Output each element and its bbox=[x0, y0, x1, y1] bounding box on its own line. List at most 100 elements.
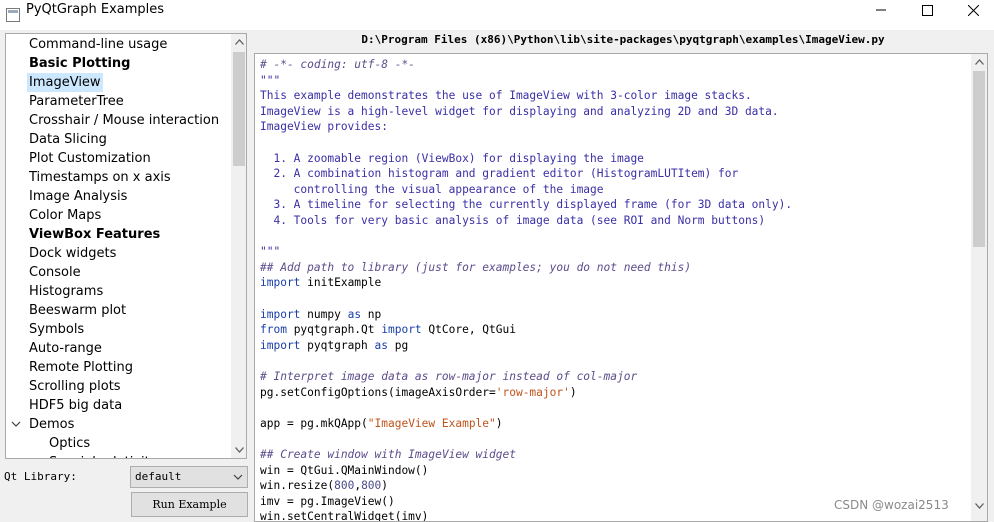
code-line: controlling the visual appearance of the… bbox=[260, 182, 604, 197]
tree-item[interactable]: Image Analysis bbox=[27, 187, 129, 206]
code-line: """ bbox=[260, 244, 280, 259]
code-line: ImageView is a high-level widget for dis… bbox=[260, 104, 779, 119]
code-token: # Interpret image data as row-major inst… bbox=[260, 370, 638, 383]
code-scrollbar[interactable] bbox=[971, 54, 987, 521]
run-example-button[interactable]: Run Example bbox=[131, 492, 248, 517]
expand-chevron-icon[interactable] bbox=[11, 419, 21, 429]
code-token: ImageView is a high-level widget for dis… bbox=[260, 104, 779, 118]
chevron-up-icon bbox=[974, 59, 984, 65]
code-token: 4. Tools for very basic analysis of imag… bbox=[260, 214, 766, 227]
code-line: import initExample bbox=[260, 275, 381, 290]
tree-item[interactable]: Timestamps on x axis bbox=[27, 168, 173, 187]
code-line: pg.setConfigOptions(imageAxisOrder='row-… bbox=[260, 385, 577, 400]
tree-item[interactable]: Basic Plotting bbox=[27, 54, 132, 73]
code-editor[interactable]: # -*- coding: utf-8 -*- """ This example d… bbox=[254, 53, 988, 522]
tree-item[interactable]: Remote Plotting bbox=[27, 358, 135, 377]
tree-scroll-thumb[interactable] bbox=[233, 52, 245, 166]
scroll-up-button[interactable] bbox=[971, 54, 987, 70]
examples-tree[interactable]: Command-line usage Basic Plotting ImageVie… bbox=[5, 33, 247, 459]
code-line: ImageView provides: bbox=[260, 119, 388, 134]
qt-library-select[interactable]: default bbox=[130, 466, 248, 488]
code-line: win.setCentralWidget(imv) bbox=[260, 509, 428, 521]
tree-item-label: Plot Customization bbox=[29, 151, 151, 166]
maximize-button[interactable] bbox=[904, 0, 950, 20]
tree-item-label: Crosshair / Mouse interaction bbox=[29, 113, 220, 128]
tree-item-label: ViewBox Features bbox=[29, 227, 161, 242]
code-line: """ bbox=[260, 73, 280, 88]
code-line: from pyqtgraph.Qt import QtCore, QtGui bbox=[260, 322, 516, 337]
tree-item[interactable]: Color Maps bbox=[27, 206, 103, 225]
code-token: This example demonstrates the use of Ima… bbox=[260, 89, 752, 103]
code-token: ) bbox=[495, 416, 503, 430]
tree-item-label: Auto-range bbox=[29, 341, 102, 356]
tree-item[interactable]: Beeswarm plot bbox=[27, 301, 128, 320]
code-token: 800 bbox=[334, 479, 355, 493]
tree-item[interactable]: Demos bbox=[11, 415, 76, 434]
tree-item[interactable]: Auto-range bbox=[27, 339, 104, 358]
tree-item[interactable]: Optics bbox=[47, 434, 92, 453]
code-token: win = QtGui.QMainWindow() bbox=[260, 463, 429, 477]
close-button[interactable] bbox=[950, 0, 994, 20]
window-title: PyQtGraph Examples bbox=[26, 2, 165, 17]
code-token: 'row-major' bbox=[495, 385, 570, 399]
tree-item-label: Special relativity bbox=[47, 453, 159, 458]
code-token: 1. A zoomable region (ViewBox) for displ… bbox=[260, 151, 644, 165]
tree-item[interactable]: Command-line usage bbox=[27, 35, 169, 54]
tree-item[interactable]: ImageView bbox=[27, 73, 103, 92]
tree-item[interactable]: Crosshair / Mouse interaction bbox=[27, 111, 221, 130]
tree-item-label: Command-line usage bbox=[29, 37, 168, 52]
tree-item[interactable]: Symbols bbox=[27, 320, 86, 339]
tree-item-label: Color Maps bbox=[29, 208, 102, 223]
code-line: ## Add path to library (just for example… bbox=[260, 260, 691, 275]
tree-item[interactable]: Plot Customization bbox=[27, 149, 153, 168]
tree-item[interactable]: ViewBox Features bbox=[27, 225, 162, 244]
scroll-down-button[interactable] bbox=[231, 442, 246, 458]
code-token: app = pg.mkQApp( bbox=[260, 416, 368, 430]
tree-item[interactable]: ParameterTree bbox=[27, 92, 126, 111]
code-token: QtCore, QtGui bbox=[421, 323, 516, 337]
tree-item[interactable]: Histograms bbox=[27, 282, 105, 301]
tree-item[interactable]: Data Slicing bbox=[27, 130, 109, 149]
tree-item[interactable]: Console bbox=[27, 263, 83, 282]
qt-library-value: default bbox=[135, 470, 182, 483]
scroll-down-button[interactable] bbox=[971, 498, 987, 514]
code-token: as bbox=[374, 338, 388, 352]
tree-item-label: ImageView bbox=[27, 73, 103, 92]
code-line: # -*- coding: utf-8 -*- bbox=[260, 57, 415, 72]
code-line: This example demonstrates the use of Ima… bbox=[260, 88, 752, 103]
code-line: 1. A zoomable region (ViewBox) for displ… bbox=[260, 151, 644, 166]
code-token: ImageView provides: bbox=[260, 120, 388, 134]
code-line: win = QtGui.QMainWindow() bbox=[260, 463, 428, 478]
code-token: ) bbox=[381, 479, 389, 493]
code-line: 4. Tools for very basic analysis of imag… bbox=[260, 213, 765, 228]
code-token: pyqtgraph.Qt bbox=[286, 323, 382, 337]
code-token: numpy bbox=[300, 307, 348, 321]
code-token: ) bbox=[569, 385, 577, 399]
tree-item[interactable]: Dock widgets bbox=[27, 244, 118, 263]
code-token: np bbox=[361, 307, 382, 321]
code-token: controlling the visual appearance of the… bbox=[260, 182, 604, 196]
code-token: from bbox=[260, 323, 287, 337]
code-token: """ bbox=[260, 73, 281, 87]
tree-scrollbar[interactable] bbox=[231, 34, 246, 458]
code-line: 3. A timeline for selecting the currentl… bbox=[260, 197, 792, 212]
code-token: # -*- coding: utf-8 -*- bbox=[260, 58, 415, 71]
tree-item-label: Demos bbox=[29, 417, 75, 432]
code-token: win.resize( bbox=[260, 479, 335, 493]
code-line: win.resize(800,800) bbox=[260, 478, 388, 493]
qt-library-label: Qt Library: bbox=[4, 470, 77, 483]
tree-item[interactable]: Special relativity bbox=[47, 453, 159, 458]
code-token: 3. A timeline for selecting the currentl… bbox=[260, 198, 793, 212]
code-scroll-thumb[interactable] bbox=[973, 71, 985, 247]
scroll-up-button[interactable] bbox=[231, 34, 246, 50]
tree-item-label: Timestamps on x axis bbox=[29, 170, 171, 185]
code-line: imv = pg.ImageView() bbox=[260, 494, 395, 509]
tree-item[interactable]: HDF5 big data bbox=[27, 396, 124, 415]
tree-item[interactable]: Scrolling plots bbox=[27, 377, 123, 396]
code-token: imv = pg.ImageView() bbox=[260, 494, 395, 508]
chevron-down-icon bbox=[234, 447, 244, 453]
code-token: pyqtgraph bbox=[300, 338, 375, 352]
minimize-button[interactable] bbox=[858, 0, 904, 20]
code-token: import bbox=[260, 276, 301, 290]
watermark: CSDN @wozai2513 bbox=[834, 498, 949, 512]
